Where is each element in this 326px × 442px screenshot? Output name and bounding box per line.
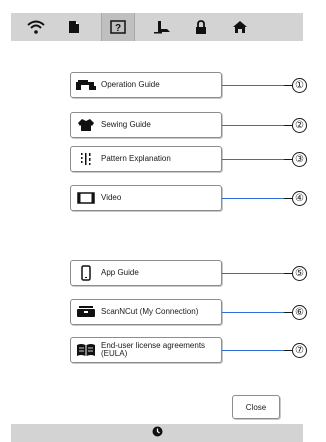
callout-marker-1: ① <box>292 78 307 93</box>
callout-marker-7: ⑦ <box>292 343 307 358</box>
smartphone-icon <box>71 261 101 285</box>
video-button[interactable]: Video <box>70 185 222 211</box>
video-label: Video <box>101 193 122 202</box>
video-frame-icon <box>71 186 101 210</box>
help-icon[interactable]: ? <box>101 13 135 41</box>
callout-marker-6: ⑥ <box>292 305 307 320</box>
pattern-explanation-label: Pattern Explanation <box>101 154 171 163</box>
clock-icon[interactable] <box>152 424 163 442</box>
sewing-guide-button[interactable]: Sewing Guide <box>70 112 222 138</box>
app-guide-label: App Guide <box>101 268 139 277</box>
callout-line-6 <box>222 312 284 313</box>
callout-line-3 <box>222 159 284 160</box>
callout-line-4 <box>222 198 284 199</box>
eula-button[interactable]: End-user license agreements (EULA) <box>70 337 222 363</box>
callout-tick-6 <box>284 312 292 313</box>
operation-guide-button[interactable]: Operation Guide <box>70 72 222 98</box>
pattern-explanation-button[interactable]: Pattern Explanation <box>70 146 222 172</box>
eula-label: End-user license agreements (EULA) <box>101 341 206 358</box>
callout-tick-2 <box>284 125 292 126</box>
scanncut-icon <box>71 300 101 324</box>
callout-line-2 <box>222 125 284 126</box>
callout-tick-7 <box>284 350 292 351</box>
app-guide-button[interactable]: App Guide <box>70 260 222 286</box>
shirt-icon <box>71 113 101 137</box>
sewing-machine-icon <box>71 73 101 97</box>
callout-tick-4 <box>284 198 292 199</box>
callout-marker-3: ③ <box>292 152 307 167</box>
callout-line-5 <box>222 273 284 274</box>
scanncut-label: ScanNCut (My Connection) <box>101 307 199 316</box>
foot-pedal-icon[interactable] <box>147 13 177 41</box>
bottom-status-bar <box>11 424 303 442</box>
home-icon[interactable] <box>225 13 255 41</box>
stitch-pattern-icon <box>71 147 101 171</box>
lock-icon[interactable] <box>186 13 216 41</box>
callout-marker-2: ② <box>292 118 307 133</box>
svg-text:?: ? <box>115 23 121 34</box>
operation-guide-label: Operation Guide <box>101 80 160 89</box>
callout-line-1 <box>222 85 284 86</box>
callout-tick-5 <box>284 273 292 274</box>
callout-marker-5: ⑤ <box>292 266 307 281</box>
callout-tick-3 <box>284 159 292 160</box>
sewing-guide-label: Sewing Guide <box>101 120 151 129</box>
wifi-icon[interactable] <box>21 13 51 41</box>
callout-line-7 <box>222 350 284 351</box>
scanncut-button[interactable]: ScanNCut (My Connection) <box>70 299 222 325</box>
book-icon <box>71 338 101 362</box>
close-button[interactable]: Close <box>232 395 280 419</box>
top-toolbar: ? <box>11 13 303 41</box>
callout-tick-1 <box>284 85 292 86</box>
document-icon[interactable] <box>59 13 89 41</box>
callout-marker-4: ④ <box>292 191 307 206</box>
